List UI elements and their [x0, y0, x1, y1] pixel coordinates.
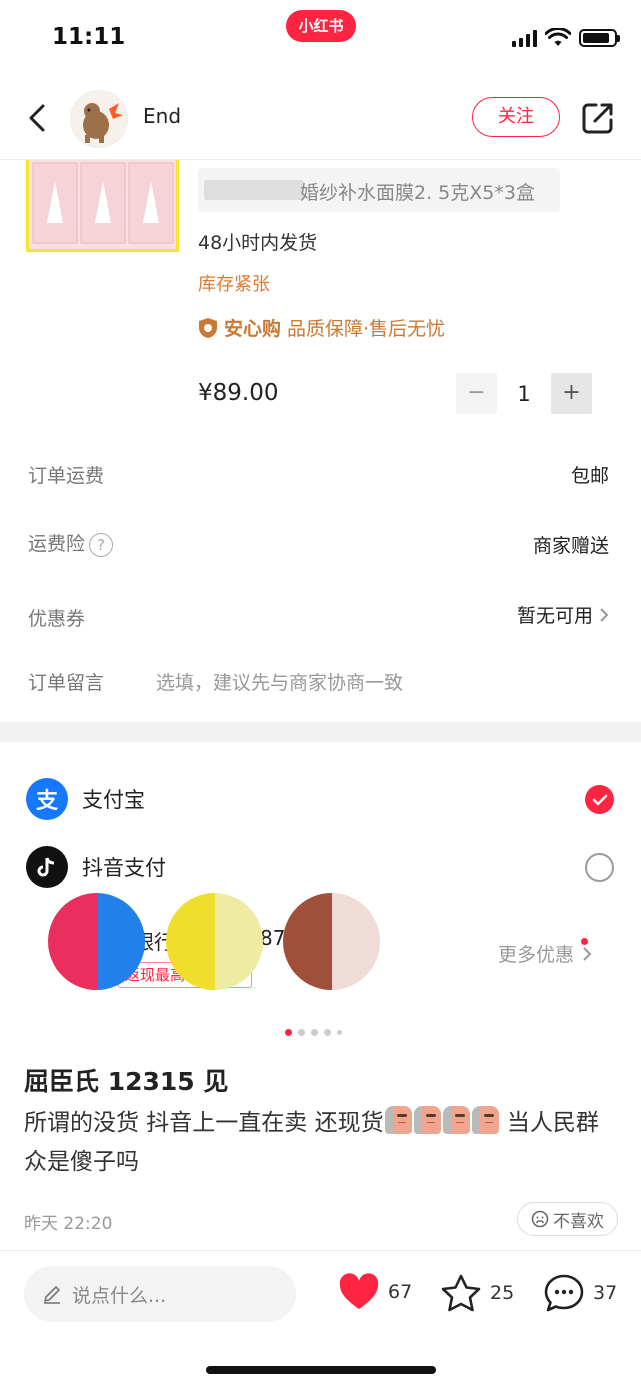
- collect-button[interactable]: 25: [440, 1273, 514, 1313]
- wifi-icon: [545, 28, 571, 46]
- carousel-dot: [311, 1029, 318, 1036]
- carousel-dot: [337, 1030, 342, 1035]
- sticker-emoji-icon: [471, 1106, 499, 1134]
- status-time: 11:11: [52, 24, 126, 50]
- checkmark-icon: [592, 794, 607, 806]
- note-body: 所谓的没货 抖音上一直在卖 还现货 当人民群众是傻子吗: [24, 1104, 620, 1182]
- product-image[interactable]: [26, 150, 179, 252]
- douyin-icon: [26, 846, 68, 888]
- sad-face-icon: [531, 1210, 549, 1228]
- shipping-time: 48小时内发货: [198, 232, 318, 254]
- carousel-indicator: [285, 1029, 342, 1036]
- status-icons: [512, 28, 620, 48]
- quantity-decrease-button[interactable]: −: [456, 373, 497, 414]
- dislike-label: 不喜欢: [553, 1211, 604, 1232]
- sticker-emoji-icon: [442, 1106, 470, 1134]
- carousel-dot: [298, 1029, 305, 1036]
- chevron-left-icon[interactable]: [22, 98, 54, 138]
- help-icon[interactable]: ?: [89, 532, 114, 557]
- section-divider: [0, 722, 641, 742]
- product-title: 婚纱补水面膜2. 5克X5*3盒: [300, 182, 535, 204]
- order-remark-label: 订单留言: [28, 672, 105, 694]
- top-nav: End 关注: [0, 76, 641, 160]
- redacted-text-block: [204, 180, 304, 200]
- more-offers-link[interactable]: 更多优惠: [498, 940, 592, 967]
- product-title-box[interactable]: 婚纱补水面膜2. 5克X5*3盒: [198, 168, 560, 212]
- signal-icon: [512, 29, 537, 47]
- shipping-insurance-label: 运费险: [28, 533, 86, 555]
- app-brand-badge: 小红书: [286, 10, 356, 42]
- note-body-text: 所谓的没货 抖音上一直在卖 还现货: [24, 1110, 384, 1136]
- color-swatch: [48, 893, 145, 990]
- swatch-right: [214, 893, 263, 990]
- sticker-emoji-icon: [384, 1106, 412, 1134]
- star-icon: [441, 1274, 481, 1312]
- more-offers-label: 更多优惠: [498, 944, 575, 966]
- shipping-insurance-row: 运费险?: [28, 529, 114, 557]
- home-indicator: [206, 1366, 436, 1374]
- shield-icon: [199, 317, 217, 338]
- shipping-fee-value: 包邮: [570, 465, 609, 487]
- carousel-dot: [324, 1029, 331, 1036]
- coupon-selector[interactable]: 暂无可用: [517, 601, 609, 628]
- author-name[interactable]: End: [143, 104, 181, 128]
- notification-dot: [581, 938, 588, 945]
- comment-placeholder: 说点什么...: [72, 1284, 167, 1307]
- chat-bubble-icon: [544, 1274, 584, 1312]
- author-avatar[interactable]: [70, 90, 128, 148]
- product-box-image: [29, 153, 176, 249]
- stock-status: 库存紧张: [198, 274, 270, 295]
- like-button[interactable]: 67: [338, 1273, 412, 1311]
- comment-input[interactable]: 说点什么...: [24, 1266, 296, 1322]
- pencil-icon: [44, 1286, 60, 1304]
- follow-button[interactable]: 关注: [472, 97, 560, 137]
- comment-button[interactable]: 37: [543, 1273, 617, 1313]
- coupon-label: 优惠券: [28, 608, 86, 630]
- alipay-icon: 支: [26, 778, 68, 820]
- carousel-dot-active: [285, 1029, 292, 1036]
- chevron-right-icon: [583, 946, 592, 961]
- alipay-radio-checked[interactable]: [585, 785, 614, 814]
- bottom-action-bar: 说点什么... 67 25 37: [0, 1250, 641, 1387]
- color-swatch: [166, 893, 263, 990]
- douyin-pay-label: 抖音支付: [82, 856, 166, 880]
- payment-option-douyin[interactable]: 抖音支付: [26, 846, 166, 888]
- bank-card-number: 87: [260, 926, 286, 950]
- shipping-fee-label: 订单运费: [28, 465, 105, 487]
- like-count: 67: [388, 1281, 413, 1303]
- alipay-label: 支付宝: [82, 788, 145, 812]
- status-bar: 11:11 小红书: [0, 0, 641, 76]
- product-price: ¥89.00: [198, 380, 279, 406]
- guarantee-brand: 安心购: [224, 318, 282, 340]
- swatch-left: [283, 893, 332, 990]
- chevron-right-icon: [600, 607, 609, 622]
- note-date: 昨天 22:20: [24, 1214, 113, 1234]
- dislike-button[interactable]: 不喜欢: [517, 1202, 618, 1236]
- guarantee-badge: 安心购 品质保障·售后无忧: [198, 314, 445, 341]
- battery-icon: [579, 29, 620, 47]
- collect-count: 25: [490, 1282, 515, 1304]
- payment-option-alipay[interactable]: 支 支付宝: [26, 778, 145, 820]
- sticker-emoji-icon: [413, 1106, 441, 1134]
- comment-count: 37: [593, 1282, 618, 1304]
- note-title: 屈臣氏 12315 见: [24, 1067, 229, 1096]
- coupon-value: 暂无可用: [516, 605, 593, 627]
- avatar-illustration-icon: [83, 103, 123, 143]
- share-icon[interactable]: [580, 100, 616, 136]
- color-swatch: [283, 893, 380, 990]
- shipping-insurance-value: 商家赠送: [532, 535, 609, 557]
- heart-icon: [339, 1273, 379, 1309]
- douyin-radio-unchecked[interactable]: [585, 853, 614, 882]
- order-remark-input[interactable]: 选填，建议先与商家协商一致: [156, 668, 403, 695]
- quantity-value[interactable]: 1: [497, 382, 551, 406]
- swatch-left: [48, 893, 97, 990]
- quantity-increase-button[interactable]: +: [551, 373, 592, 414]
- guarantee-text: 品质保障·售后无忧: [287, 318, 446, 340]
- quantity-stepper: − 1 +: [456, 373, 592, 414]
- swatch-right: [331, 893, 380, 990]
